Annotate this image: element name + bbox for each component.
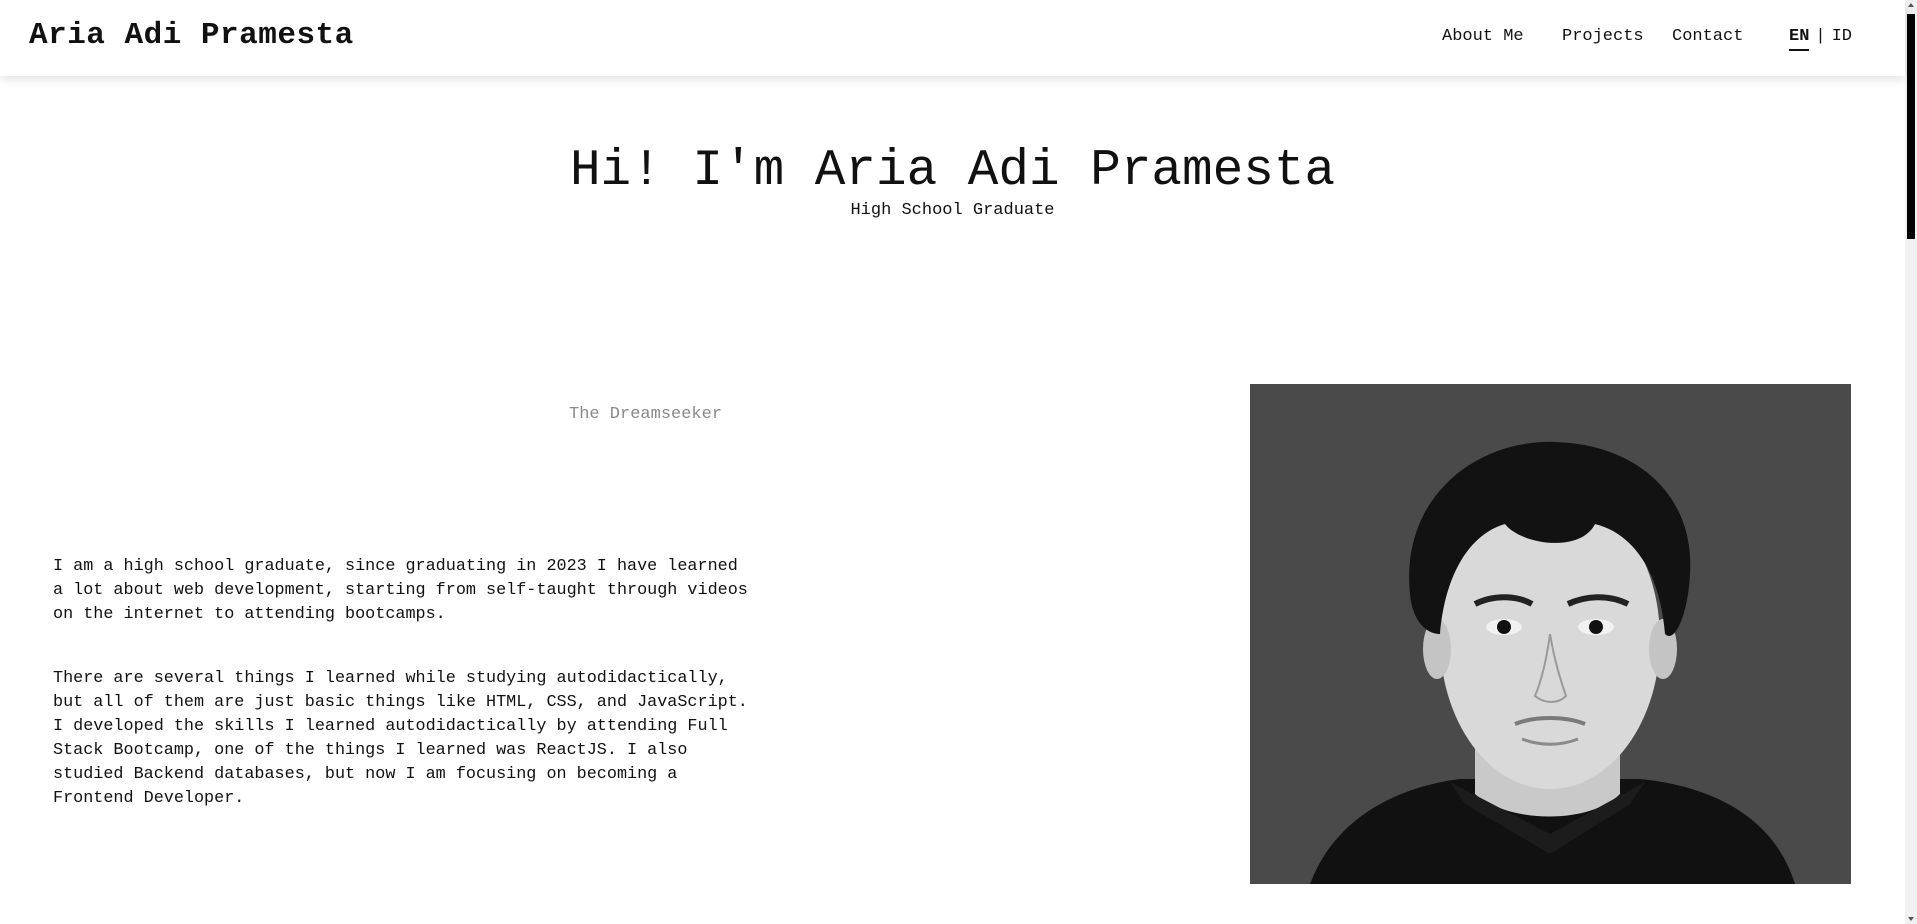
language-switcher: EN | ID — [1789, 27, 1852, 51]
page-scrollbar[interactable] — [1905, 0, 1917, 924]
nav-contact[interactable]: Contact — [1672, 27, 1743, 46]
nav-projects[interactable]: Projects — [1562, 27, 1644, 46]
lang-id-option[interactable]: ID — [1832, 27, 1852, 46]
lang-separator: | — [1815, 27, 1826, 46]
lang-en-option[interactable]: EN — [1789, 27, 1810, 51]
hero-subtitle: High School Graduate — [850, 201, 1055, 220]
about-paragraph: I am a high school graduate, since gradu… — [53, 557, 748, 624]
hero-title: Hi! I'm Aria Adi Pramesta — [569, 143, 1336, 200]
scrollbar-thumb[interactable] — [1907, 14, 1915, 239]
brand-logo[interactable]: Aria Adi Pramesta — [29, 18, 354, 53]
about-tagline: The Dreamseeker — [569, 405, 723, 424]
nav-about-me[interactable]: About Me — [1442, 27, 1524, 46]
scroll-up-icon[interactable] — [1908, 3, 1914, 7]
site-header: Aria Adi Pramesta About Me Projects Cont… — [0, 0, 1905, 76]
scroll-down-icon[interactable] — [1908, 917, 1914, 921]
profile-photo — [1250, 384, 1851, 884]
portrait-illustration — [1250, 384, 1851, 884]
about-paragraph: There are several things I learned while… — [53, 669, 748, 808]
about-text: I am a high school graduate, since gradu… — [53, 555, 753, 851]
